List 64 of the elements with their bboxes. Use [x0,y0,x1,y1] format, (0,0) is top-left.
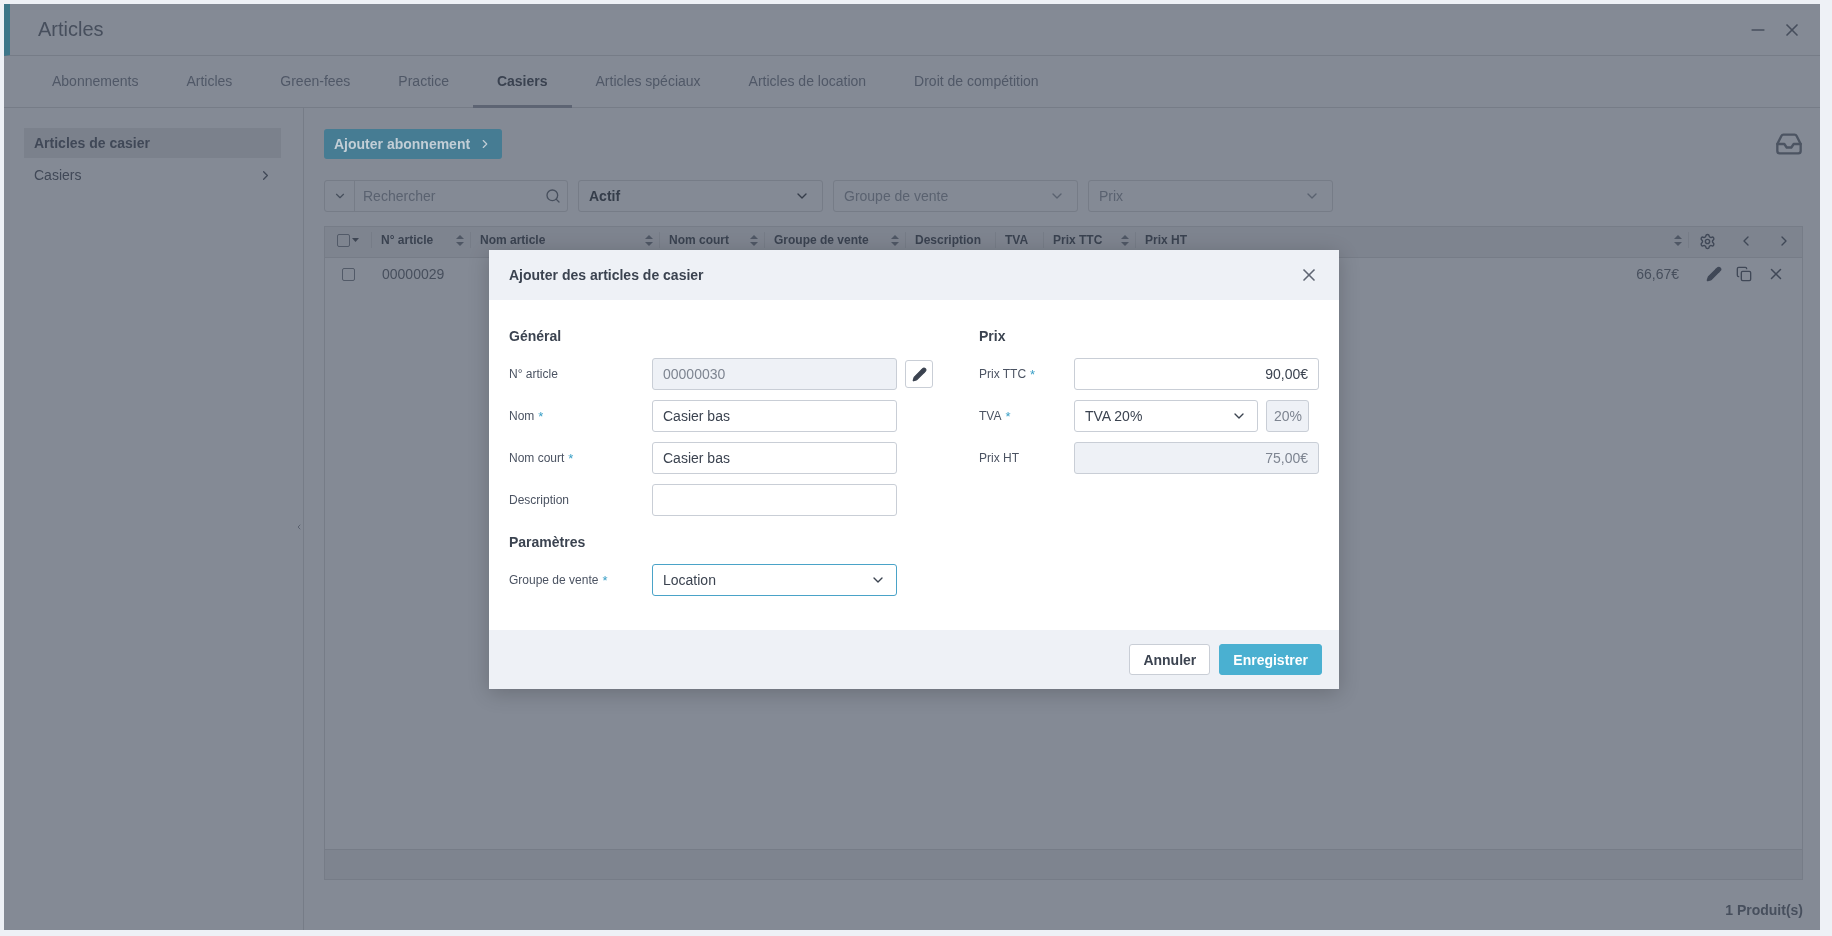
sidebar-item[interactable]: Casiers [24,160,281,190]
copy-icon[interactable] [1736,266,1753,282]
sort-icon[interactable] [891,234,899,246]
required-mark: * [1005,408,1011,424]
column-header[interactable]: Nom court [660,232,765,248]
row-checkbox[interactable] [342,267,355,281]
caret-icon[interactable] [352,238,359,242]
field-label: TVA [979,409,1002,423]
tab[interactable]: Casiers [472,56,572,108]
text-field[interactable]: Casier bas [652,442,897,474]
column-header[interactable]: Prix HT [1136,232,1689,248]
required-mark: * [568,450,574,466]
collapse-icon[interactable] [295,523,303,531]
select-field[interactable]: Location [652,564,897,596]
sort-icon[interactable] [1674,234,1682,246]
column-label: Prix TTC [1053,233,1103,247]
required-mark: * [1030,366,1036,382]
field-label: Groupe de vente [509,573,599,587]
required-mark: * [538,408,544,424]
section-title: Paramètres [509,533,587,552]
product-count: 1 Produit(s) [1725,902,1803,918]
add-button[interactable]: Ajouter abonnement [324,129,503,159]
column-label: Nom court [669,233,729,247]
sidebar-item[interactable]: Articles de casier [24,128,281,158]
table-cell-text: 00000029 [381,266,446,282]
filter-select[interactable]: Actif [578,180,823,212]
text-field[interactable]: Casier bas [652,400,897,432]
sort-icon[interactable] [456,234,464,246]
section-title: Général [509,327,563,346]
column-label: Groupe de vente [774,233,869,247]
save-button[interactable]: Enregistrer [1219,644,1322,675]
column-label: Description [915,233,981,247]
column-header[interactable]: Description [906,232,996,248]
field-label: Description [509,493,570,507]
field-label: N° article [509,367,558,381]
column-label: TVA [1005,233,1029,247]
column-header[interactable]: Nom article [471,232,660,248]
select-field[interactable]: TVA 20% [1074,400,1258,432]
column-header[interactable]: Groupe de vente [765,232,906,248]
search-icon[interactable] [545,188,561,204]
sort-icon[interactable] [645,234,653,246]
column-label: N° article [381,233,434,247]
required-mark: * [602,572,608,588]
column-label: Prix HT [1145,233,1187,247]
select-all-checkbox[interactable] [337,233,350,247]
sort-icon[interactable] [750,234,758,246]
column-label: Nom article [480,233,546,247]
dialog-title: Ajouter des articles de casier [509,267,704,283]
table-cell-text: 66,67€ [1635,266,1680,282]
window-title: Articles [38,18,105,41]
rate-field: 20% [1266,400,1309,432]
settings-icon[interactable] [1699,232,1716,250]
text-field[interactable] [652,484,897,516]
column-header[interactable]: Prix TTC [1044,232,1136,248]
cancel-button[interactable]: Annuler [1129,644,1211,675]
column-header[interactable]: TVA [996,232,1044,248]
column-header[interactable]: N° article [372,232,471,248]
text-field[interactable]: 90,00€ [1074,358,1319,390]
field-label: Prix HT [979,451,1019,465]
field-label: Nom [509,409,535,423]
section-title: Prix [979,327,1007,346]
field-label: Prix TTC [979,367,1027,381]
field-label: Nom court [509,451,565,465]
sort-icon[interactable] [1121,234,1129,246]
